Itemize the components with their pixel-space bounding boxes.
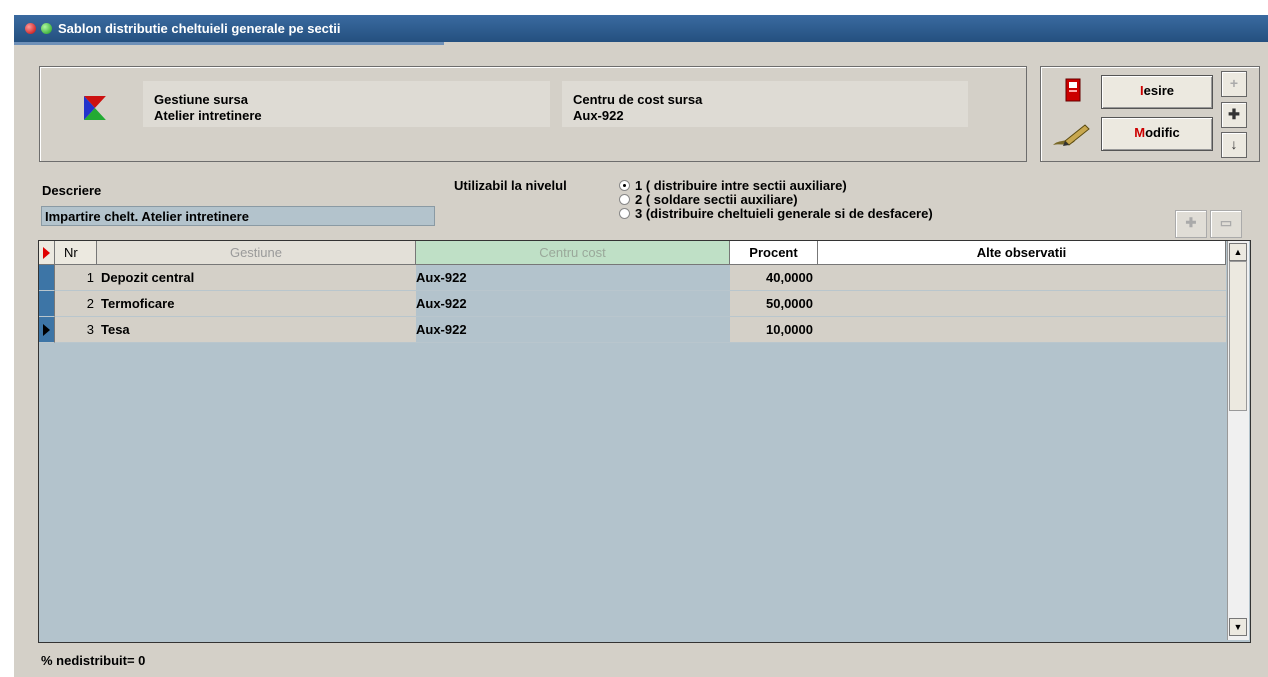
centru-cost-sursa-label: Centru de cost sursa xyxy=(573,92,703,107)
scroll-thumb[interactable] xyxy=(1229,261,1247,411)
cell-centru-cost[interactable]: Aux-922 xyxy=(416,291,730,317)
source-info-panel: Gestiune sursa Atelier intretinere Centr… xyxy=(39,66,1027,162)
minimize-dot-icon[interactable] xyxy=(41,23,52,34)
cell-procent[interactable]: 10,0000 xyxy=(730,317,818,343)
close-dot-icon[interactable] xyxy=(25,23,36,34)
column-header-nr[interactable]: Nr xyxy=(55,241,97,265)
gestiune-sursa-box: Gestiune sursa Atelier intretinere xyxy=(143,81,550,127)
header-indicator xyxy=(39,241,55,265)
cell-centru-cost[interactable]: Aux-922 xyxy=(416,265,730,291)
level-option-3-label: 3 (distribuire cheltuieli generale si de… xyxy=(635,206,933,221)
vertical-scrollbar[interactable]: ▲ ▼ xyxy=(1227,241,1249,640)
exit-door-icon xyxy=(1065,78,1081,102)
gestiune-sursa-label: Gestiune sursa xyxy=(154,92,248,107)
cell-alte-observatii[interactable] xyxy=(818,265,1226,291)
nedistribuit-status: % nedistribuit= 0 xyxy=(41,653,146,668)
cell-procent[interactable]: 50,0000 xyxy=(730,291,818,317)
row-indicator[interactable] xyxy=(39,291,55,317)
cell-nr: 1 xyxy=(55,265,97,291)
modific-hotkey: M xyxy=(1134,125,1146,140)
level-option-2-label: 2 ( soldare sectii auxiliare) xyxy=(635,192,798,207)
column-header-procent[interactable]: Procent xyxy=(730,241,818,265)
app-window: Sablon distributie cheltuieli generale p… xyxy=(14,15,1268,677)
nav-next-button[interactable]: ↓ xyxy=(1221,132,1247,158)
nav-previous-button[interactable]: + xyxy=(1221,71,1247,97)
window-title: Sablon distributie cheltuieli generale p… xyxy=(58,21,341,36)
level-option-1-label: 1 ( distribuire intre sectii auxiliare) xyxy=(635,178,847,193)
cell-nr: 3 xyxy=(55,317,97,343)
action-button-panel: Iesire Modific + ✚ ↓ xyxy=(1040,66,1260,162)
column-header-centru-cost[interactable]: Centru cost xyxy=(416,241,730,265)
utilizabil-label: Utilizabil la nivelul xyxy=(454,178,567,193)
table-row[interactable]: 3 Tesa Aux-922 10,0000 xyxy=(39,317,1226,343)
cell-procent[interactable]: 40,0000 xyxy=(730,265,818,291)
table-row[interactable]: 1 Depozit central Aux-922 40,0000 xyxy=(39,265,1226,291)
cell-gestiune[interactable]: Termoficare xyxy=(97,291,416,317)
descriere-label: Descriere xyxy=(42,183,102,198)
grid-delete-row-button[interactable]: ▭ xyxy=(1210,210,1242,238)
cell-nr: 2 xyxy=(55,291,97,317)
radio-icon[interactable] xyxy=(619,194,630,205)
modific-label: odific xyxy=(1145,125,1180,140)
distribution-table: Nr Gestiune Centru cost Procent Alte obs… xyxy=(38,240,1251,643)
cell-alte-observatii[interactable] xyxy=(818,291,1226,317)
row-indicator[interactable] xyxy=(39,317,55,343)
radio-selected-icon[interactable] xyxy=(619,180,630,191)
title-tab-underline xyxy=(14,42,444,45)
table-row[interactable]: 2 Termoficare Aux-922 50,0000 xyxy=(39,291,1226,317)
cell-gestiune[interactable]: Depozit central xyxy=(97,265,416,291)
scroll-down-icon[interactable]: ▼ xyxy=(1229,618,1247,636)
centru-cost-sursa-value: Aux-922 xyxy=(573,108,624,123)
nav-add-button[interactable]: ✚ xyxy=(1221,102,1247,128)
grid-add-row-button[interactable]: ✚ xyxy=(1175,210,1207,238)
row-indicator[interactable] xyxy=(39,265,55,291)
cell-alte-observatii[interactable] xyxy=(818,317,1226,343)
scroll-up-icon[interactable]: ▲ xyxy=(1229,243,1247,261)
column-header-alte-observatii[interactable]: Alte observatii xyxy=(818,241,1226,265)
modific-button[interactable]: Modific xyxy=(1101,117,1213,151)
iesire-button[interactable]: Iesire xyxy=(1101,75,1213,109)
header-pointer-icon xyxy=(43,247,50,259)
iesire-label: esire xyxy=(1143,83,1174,98)
current-row-pointer-icon xyxy=(43,324,50,336)
cell-gestiune[interactable]: Tesa xyxy=(97,317,416,343)
title-bar[interactable]: Sablon distributie cheltuieli generale p… xyxy=(14,15,1268,42)
descriere-field[interactable]: Impartire chelt. Atelier intretinere xyxy=(41,206,435,226)
cell-centru-cost[interactable]: Aux-922 xyxy=(416,317,730,343)
column-header-gestiune[interactable]: Gestiune xyxy=(97,241,416,265)
centru-cost-sursa-box: Centru de cost sursa Aux-922 xyxy=(562,81,968,127)
direction-flag-icon xyxy=(84,96,106,120)
radio-icon[interactable] xyxy=(619,208,630,219)
edit-pen-icon xyxy=(1053,124,1090,146)
gestiune-sursa-value: Atelier intretinere xyxy=(154,108,262,123)
